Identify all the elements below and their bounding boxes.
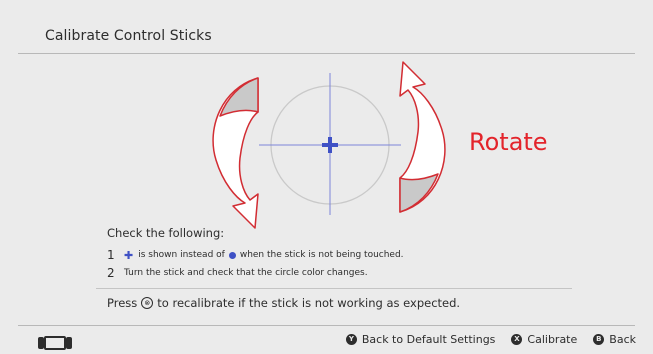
x-button-icon: ⊗ — [141, 297, 154, 309]
check-list: Check the following: 1 ✚ is shown instea… — [107, 226, 404, 282]
plus-icon: ✚ — [124, 248, 134, 262]
back-to-default-label: Back to Default Settings — [361, 333, 496, 346]
handheld-console-icon — [38, 336, 72, 350]
blue-dot-icon — [228, 251, 236, 259]
calibrate-button[interactable]: X Calibrate — [511, 333, 577, 346]
content-divider — [96, 288, 572, 289]
b-button-icon: B — [593, 334, 605, 345]
calibrate-label: Calibrate — [527, 333, 578, 346]
calibration-screen: Calibrate Control Sticks Rotate Check th… — [0, 0, 653, 354]
stick-position-plus-icon — [322, 137, 338, 153]
recalibrate-text-before: Press — [107, 296, 138, 310]
check-list-heading: Check the following: — [107, 226, 225, 240]
x-button-icon: X — [511, 334, 523, 345]
check-item: 1 ✚ is shown instead of when the stick i… — [107, 246, 404, 264]
check-item-text-a: is shown instead of — [138, 250, 225, 260]
back-to-default-button[interactable]: Y Back to Default Settings — [345, 333, 496, 346]
recalibrate-hint: Press ⊗ to recalibrate if the stick is n… — [107, 296, 460, 310]
footer-divider — [18, 325, 635, 326]
check-item: 2 Turn the stick and check that the circ… — [107, 264, 404, 282]
footer-actions: Y Back to Default Settings X Calibrate B… — [330, 333, 636, 346]
recalibrate-text-after: to recalibrate if the stick is not worki… — [157, 296, 461, 310]
check-item-number: 1 — [107, 248, 115, 262]
rotate-right-arrow-icon — [399, 61, 446, 213]
back-label: Back — [609, 333, 636, 346]
y-button-icon: Y — [345, 334, 357, 345]
rotate-instruction-label: Rotate — [469, 128, 548, 156]
back-button[interactable]: B Back — [593, 333, 636, 346]
check-item-text: ✚ is shown instead of when the stick is … — [124, 249, 404, 262]
check-item-number: 2 — [107, 266, 115, 280]
check-item-text: Turn the stick and check that the circle… — [124, 268, 368, 278]
check-item-text-b: when the stick is not being touched. — [239, 250, 404, 260]
rotate-left-arrow-icon — [212, 77, 259, 229]
